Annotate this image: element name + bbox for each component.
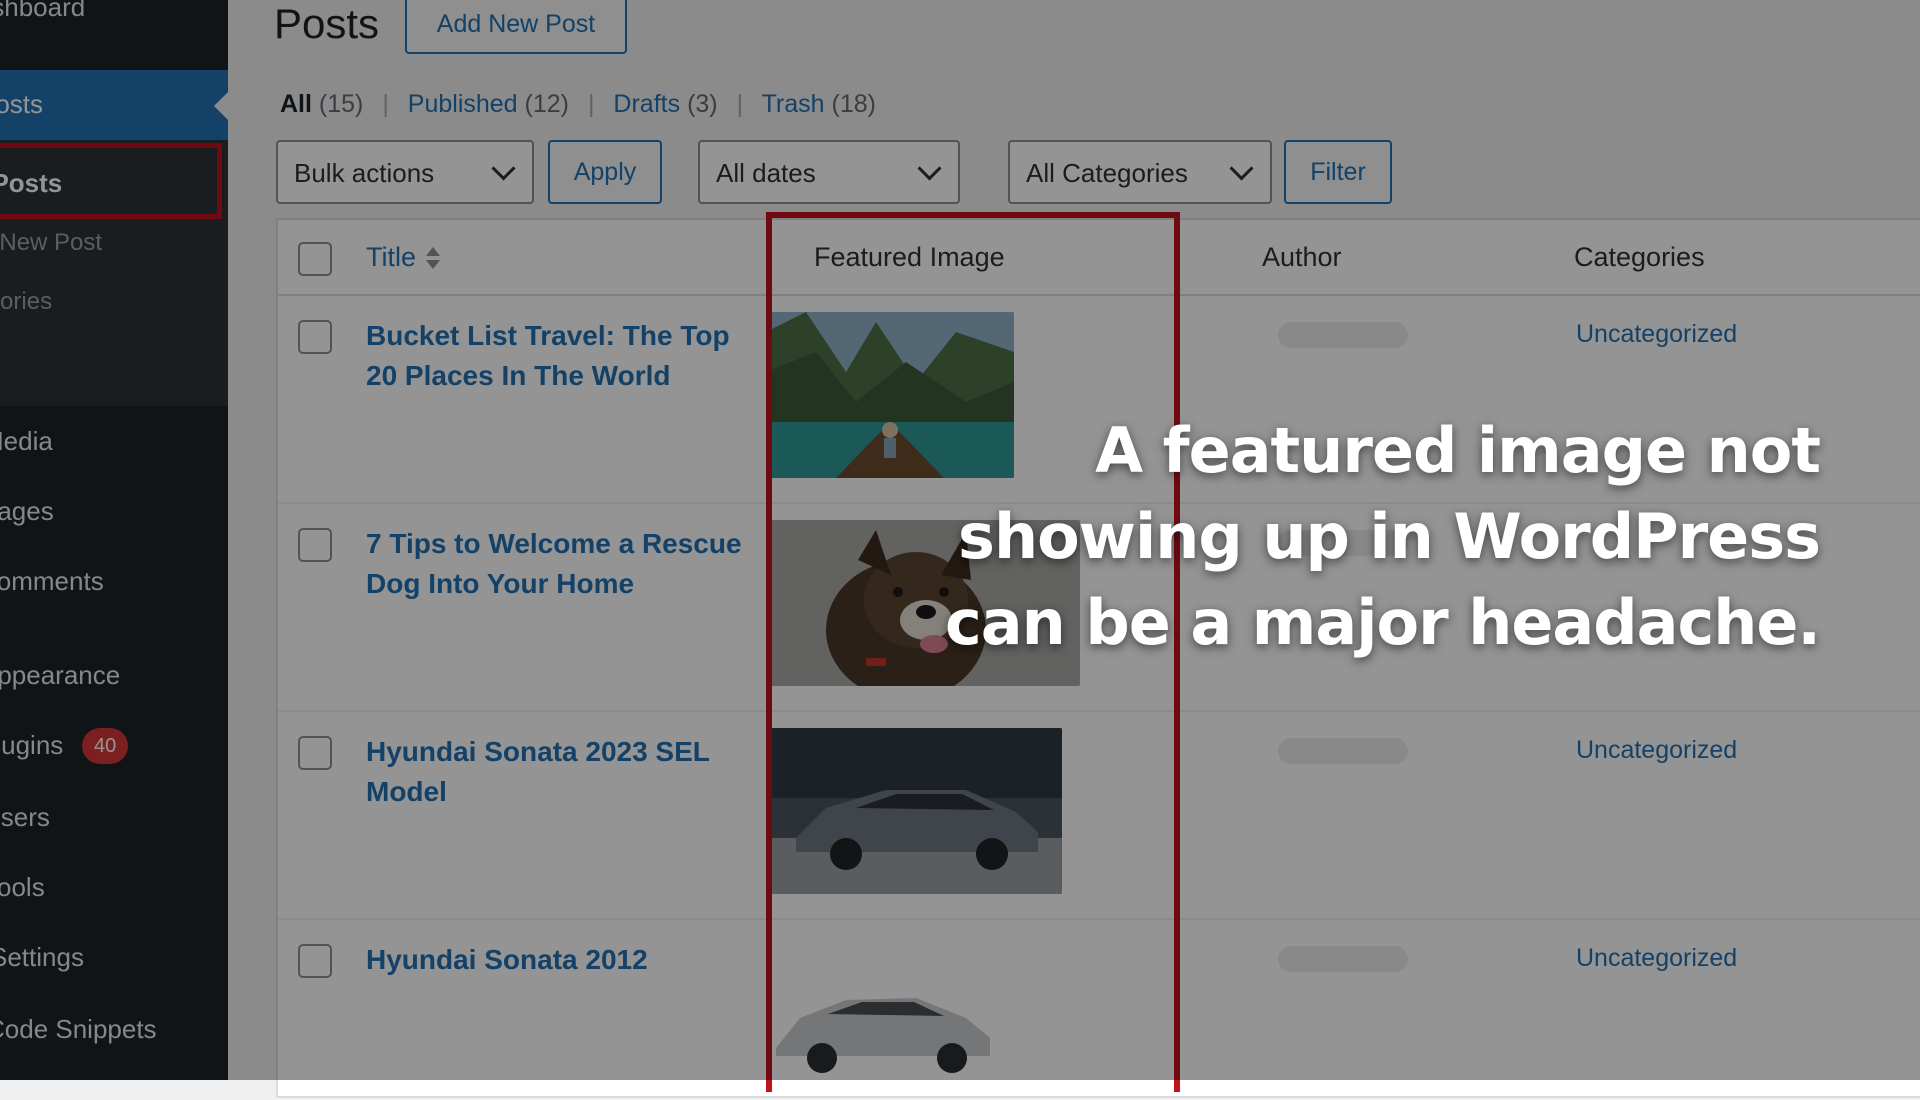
caption-line: showing up in WordPress	[958, 500, 1821, 573]
video-caption: A featured image not showing up in WordP…	[820, 408, 1821, 666]
caption-line: A featured image not	[1095, 414, 1821, 487]
caption-line: can be a major headache.	[945, 586, 1821, 659]
